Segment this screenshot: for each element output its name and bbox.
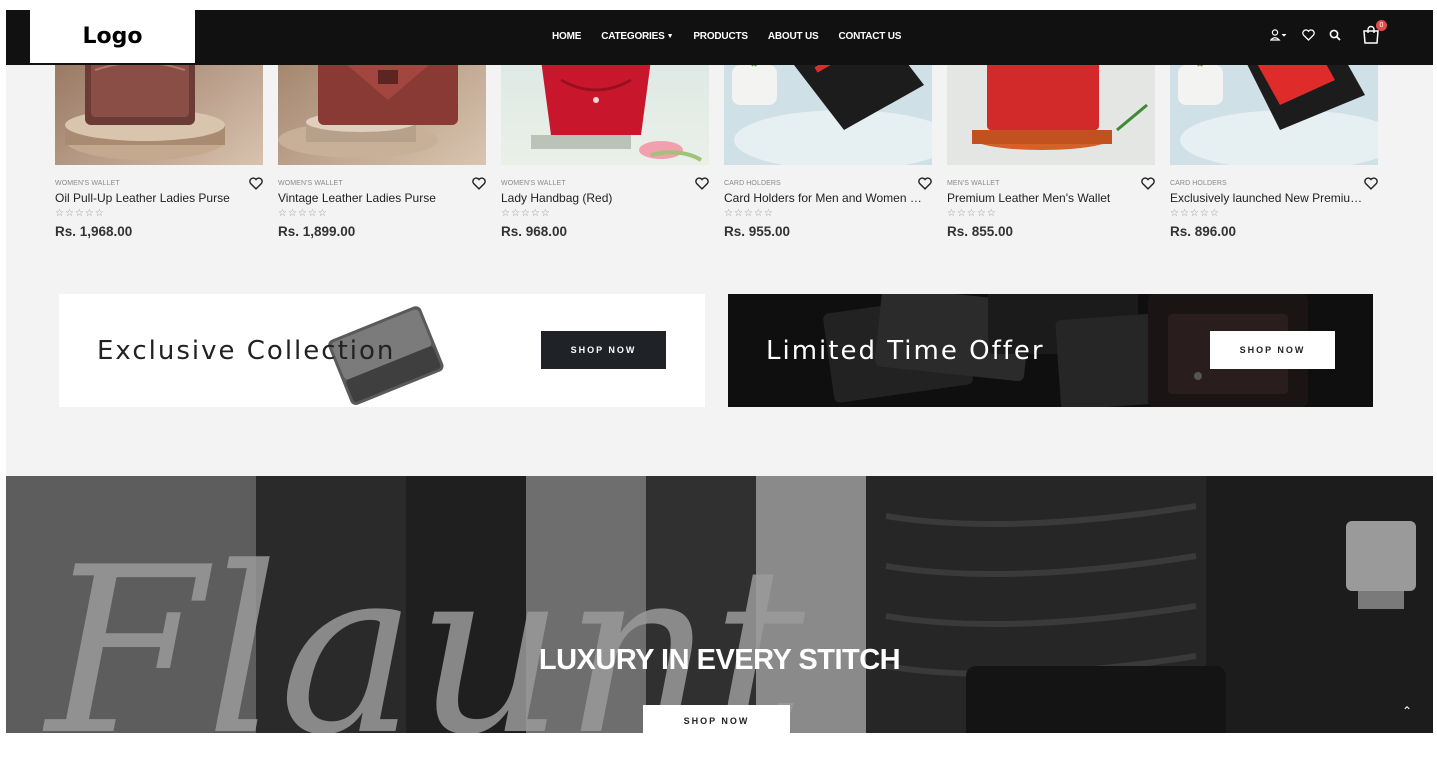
product-name[interactable]: Lady Handbag (Red) xyxy=(501,191,701,205)
nav-categories[interactable]: CATEGORIES ▼ xyxy=(601,31,673,42)
hero-title: LUXURY IN EVERY STITCH xyxy=(538,644,901,676)
product-category: WOMEN'S WALLET xyxy=(55,180,120,187)
product-category: MEN'S WALLET xyxy=(947,180,1000,187)
wishlist-heart-icon[interactable] xyxy=(695,177,709,191)
product-name[interactable]: Exclusively launched New Premium … xyxy=(1170,191,1370,205)
banner-title: Limited Time Offer xyxy=(766,336,1045,366)
hero-script-text: Flaunt xyxy=(42,519,806,733)
product-name[interactable]: Vintage Leather Ladies Purse xyxy=(278,191,478,205)
product-price: Rs. 855.00 xyxy=(947,224,1014,239)
product-price: Rs. 1,899.00 xyxy=(278,224,356,239)
wishlist-heart-icon[interactable] xyxy=(1364,177,1378,191)
product-category: CARD HOLDERS xyxy=(724,180,781,187)
banner-title: Exclusive Collection xyxy=(97,336,396,366)
shop-now-button[interactable]: SHOP NOW xyxy=(1210,331,1335,369)
product-category: WOMEN'S WALLET xyxy=(278,180,343,187)
product-price: Rs. 955.00 xyxy=(724,224,791,239)
nav-about[interactable]: ABOUT US xyxy=(768,31,819,42)
leather-background-image: Flaunt xyxy=(6,476,1433,733)
search-icon[interactable] xyxy=(1327,27,1343,43)
product-price: Rs. 1,968.00 xyxy=(55,224,133,239)
logo[interactable]: Logo xyxy=(30,10,195,63)
main-nav: HOME CATEGORIES ▼ PRODUCTS ABOUT US CONTA… xyxy=(552,31,901,42)
hero-section: Flaunt LUXURY IN EVERY STITCH SHOP NOW ⌃ xyxy=(6,476,1433,733)
user-icon[interactable] xyxy=(1269,27,1289,43)
wishlist-heart-icon[interactable] xyxy=(249,177,263,191)
page-frame: Logo HOME CATEGORIES ▼ PRODUCTS ABOUT US … xyxy=(6,10,1433,733)
wishlist-heart-icon[interactable] xyxy=(472,177,486,191)
product-category: WOMEN'S WALLET xyxy=(501,180,566,187)
product-price: Rs. 896.00 xyxy=(1170,224,1237,239)
product-rating: ☆☆☆☆☆ xyxy=(1170,208,1220,219)
product-rating: ☆☆☆☆☆ xyxy=(724,208,774,219)
product-price: Rs. 968.00 xyxy=(501,224,568,239)
product-rating: ☆☆☆☆☆ xyxy=(55,208,105,219)
site-header: Logo HOME CATEGORIES ▼ PRODUCTS ABOUT US … xyxy=(6,10,1433,65)
shop-now-button[interactable]: SHOP NOW xyxy=(541,331,666,369)
product-rating: ☆☆☆☆☆ xyxy=(501,208,551,219)
product-name[interactable]: Card Holders for Men and Women | … xyxy=(724,191,924,205)
wishlist-heart-icon[interactable] xyxy=(918,177,932,191)
nav-categories-label: CATEGORIES xyxy=(601,31,665,42)
promo-banner-limited[interactable]: Limited Time Offer SHOP NOW xyxy=(728,294,1373,407)
product-category: CARD HOLDERS xyxy=(1170,180,1227,187)
heart-icon[interactable] xyxy=(1300,27,1316,43)
product-name[interactable]: Premium Leather Men's Wallet xyxy=(947,191,1147,205)
hero-shop-now-button[interactable]: SHOP NOW xyxy=(643,705,790,733)
nav-products[interactable]: PRODUCTS xyxy=(693,31,748,42)
scroll-to-top-icon[interactable]: ⌃ xyxy=(1402,704,1412,718)
nav-contact[interactable]: CONTACT US xyxy=(838,31,901,42)
cart-count-badge: 0 xyxy=(1376,20,1387,31)
cart-icon[interactable]: 0 xyxy=(1360,20,1387,46)
product-rating: ☆☆☆☆☆ xyxy=(278,208,328,219)
header-icons: 0 xyxy=(1269,20,1387,46)
caret-down-icon: ▼ xyxy=(666,33,674,40)
product-rating: ☆☆☆☆☆ xyxy=(947,208,997,219)
promo-banner-exclusive[interactable]: Exclusive Collection SHOP NOW xyxy=(59,294,705,407)
wishlist-heart-icon[interactable] xyxy=(1141,177,1155,191)
product-name[interactable]: Oil Pull-Up Leather Ladies Purse xyxy=(55,191,255,205)
nav-home[interactable]: HOME xyxy=(552,31,581,42)
